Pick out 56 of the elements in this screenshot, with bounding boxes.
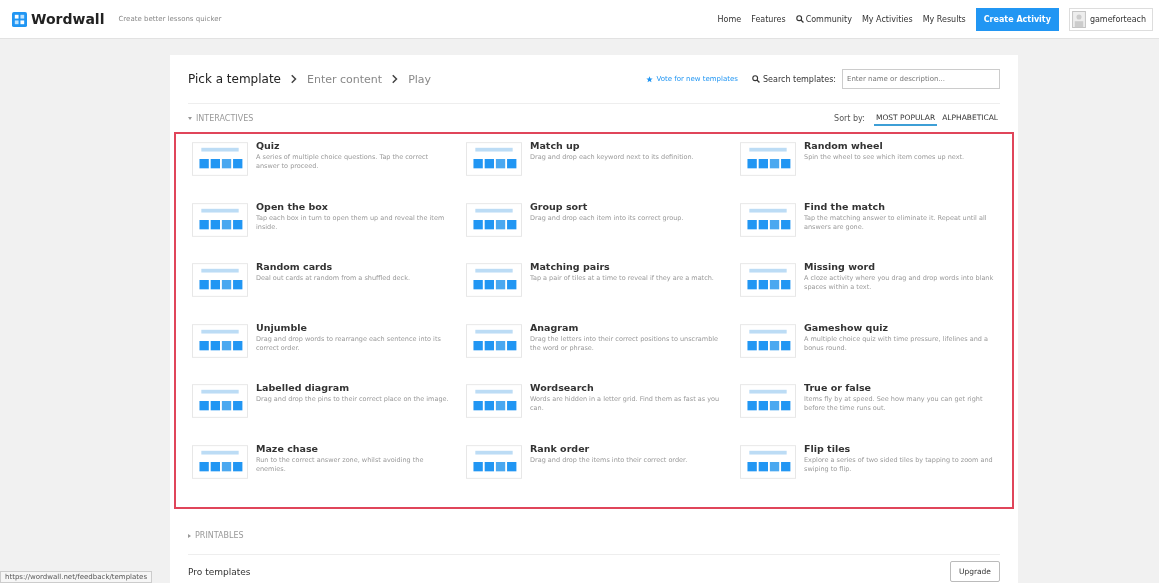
logo-icon: [12, 11, 27, 27]
template-name[interactable]: Find the match: [804, 200, 1000, 212]
search-icon: [752, 75, 760, 83]
template-thumbnail-drawing[interactable]: [466, 142, 522, 176]
template-thumbnail-drawing[interactable]: [466, 202, 522, 237]
template-thumbnail-drawing[interactable]: [192, 263, 248, 297]
template-name[interactable]: Match up: [530, 140, 694, 151]
template-thumbnail-drawing[interactable]: [466, 263, 522, 297]
search-label: Search templates:: [752, 74, 836, 84]
chevron-icon: [392, 74, 399, 84]
avatar-icon: [1071, 10, 1086, 28]
wizard-step: Pick a template: [188, 72, 281, 86]
template-thumbnail-drawing[interactable]: [192, 323, 248, 358]
template-thumbnail-drawing[interactable]: [740, 444, 796, 479]
sort-label: Sort by:: [834, 113, 865, 123]
nav-link[interactable]: Community: [795, 14, 852, 24]
pro-templates-heading: Pro templates: [188, 566, 251, 577]
template-thumbnail-drawing[interactable]: [192, 142, 248, 176]
template-name[interactable]: Labelled diagram: [256, 382, 449, 393]
template-thumbnail-drawing[interactable]: [740, 323, 796, 358]
template-name[interactable]: Flip tiles: [804, 442, 1000, 454]
template-name[interactable]: True or false: [804, 382, 1000, 393]
template-name[interactable]: Gameshow quiz: [804, 321, 1000, 333]
template-name[interactable]: Quiz: [256, 140, 452, 151]
template-name[interactable]: Matching pairs: [530, 261, 714, 272]
template-name[interactable]: Random cards: [256, 261, 410, 272]
template-name[interactable]: Rank order: [530, 442, 688, 454]
template-thumbnail-drawing[interactable]: [740, 263, 796, 297]
template-thumbnail-drawing[interactable]: [740, 384, 796, 418]
template-name[interactable]: Open the box: [256, 200, 452, 212]
nav-link[interactable]: My Results: [922, 14, 966, 24]
template-thumbnail-drawing[interactable]: [466, 444, 522, 479]
user-menu[interactable]: gameforteach: [1068, 7, 1153, 31]
template-name[interactable]: Wordsearch: [530, 382, 726, 393]
wizard-step: Enter content: [307, 72, 383, 86]
template-thumbnail-drawing[interactable]: [466, 384, 522, 418]
template-thumbnail-drawing[interactable]: [740, 202, 796, 237]
template-thumbnail-drawing[interactable]: [192, 444, 248, 479]
wizard-step: Play: [408, 72, 432, 86]
chevron-icon: [291, 74, 297, 84]
template-name[interactable]: Maze chase: [256, 442, 452, 454]
template-thumbnail-drawing[interactable]: [740, 142, 796, 176]
template-name[interactable]: Random wheel: [804, 140, 965, 151]
template-name[interactable]: Unjumble: [256, 321, 452, 333]
template-thumbnail-drawing[interactable]: [192, 384, 248, 418]
search-icon: [795, 15, 804, 23]
nav-link[interactable]: My Activities: [861, 14, 913, 24]
star-icon: [646, 75, 654, 83]
template-name[interactable]: Group sort: [530, 200, 684, 212]
template-name[interactable]: Missing word: [804, 261, 1000, 272]
nav-link[interactable]: Features: [751, 14, 786, 24]
template-thumbnail-drawing[interactable]: [466, 323, 522, 358]
template-name[interactable]: Anagram: [530, 321, 726, 333]
template-thumbnail-drawing[interactable]: [192, 202, 248, 237]
nav-link[interactable]: Home: [717, 14, 742, 24]
logo-text[interactable]: Wordwall: [31, 11, 105, 27]
